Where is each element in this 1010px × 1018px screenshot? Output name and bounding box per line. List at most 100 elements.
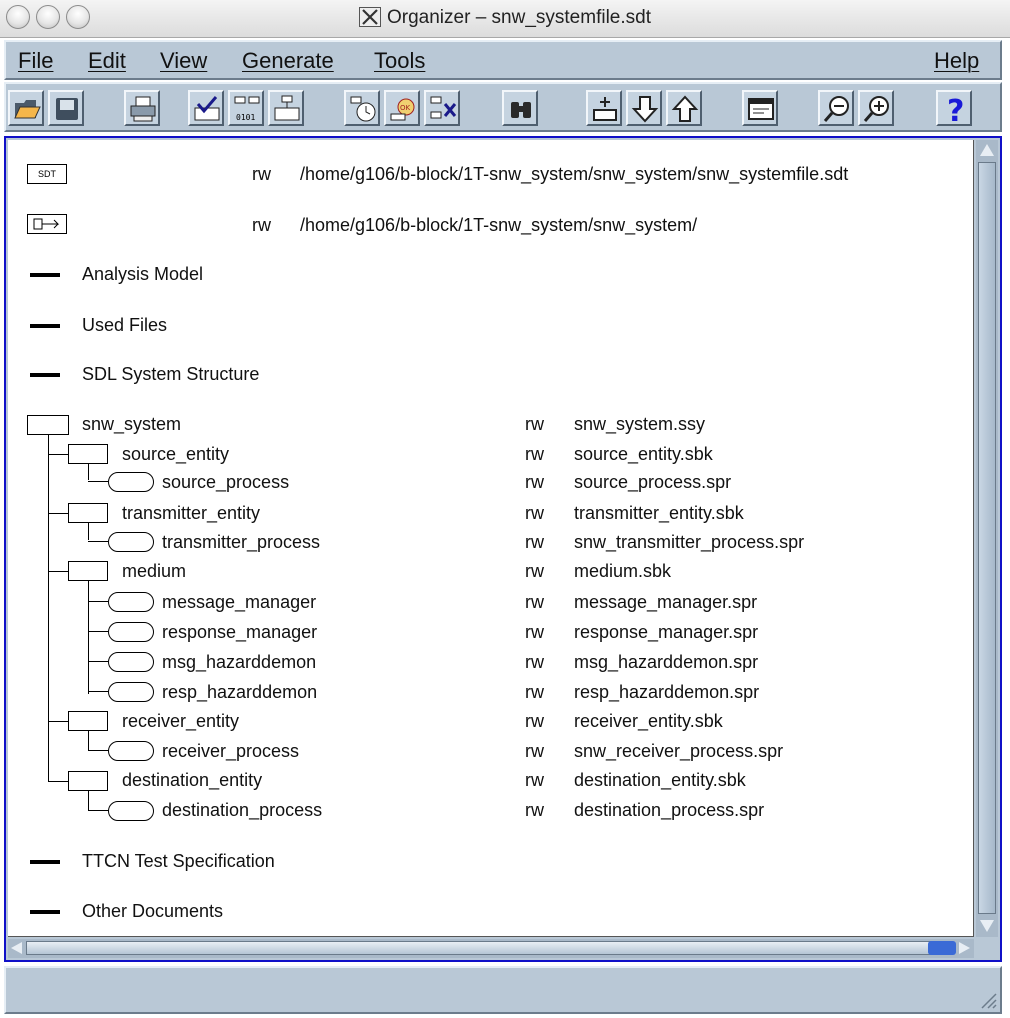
- menu-help[interactable]: Help: [934, 48, 979, 74]
- tree-item-file[interactable]: source_entity.sbk: [574, 444, 713, 465]
- tree-item-perm: rw: [525, 800, 544, 820]
- tree-item-name[interactable]: source_entity: [122, 444, 229, 465]
- menu-tools[interactable]: Tools: [374, 48, 425, 74]
- tree-item-file[interactable]: snw_receiver_process.spr: [574, 741, 783, 762]
- status-bar: [4, 966, 1002, 1014]
- menu-edit[interactable]: Edit: [88, 48, 126, 74]
- svg-text:?: ?: [947, 94, 964, 124]
- zoom-in-button[interactable]: [858, 90, 894, 126]
- binoculars-icon: [511, 102, 531, 118]
- arrow-down-icon: [631, 96, 659, 123]
- tree-item-perm: rw: [525, 711, 544, 731]
- tree-item-perm: rw: [525, 414, 544, 434]
- tree-item-name[interactable]: message_manager: [162, 592, 316, 613]
- tree-item-perm: rw: [525, 652, 544, 672]
- print-button[interactable]: [124, 90, 160, 126]
- menu-file[interactable]: File: [18, 48, 53, 74]
- vertical-scrollbar[interactable]: [976, 140, 998, 937]
- process-icon: [108, 622, 154, 642]
- menu-generate[interactable]: Generate: [242, 48, 334, 74]
- tree-item-file[interactable]: transmitter_entity.sbk: [574, 503, 744, 524]
- window-icon: [748, 98, 774, 120]
- sdt-file-path[interactable]: /home/g106/b-block/1T-snw_system/snw_sys…: [300, 164, 848, 185]
- process-icon: [108, 801, 154, 821]
- x11-icon: [359, 7, 381, 27]
- check-button[interactable]: [188, 90, 224, 126]
- move-down-button[interactable]: [626, 90, 662, 126]
- edit-diagram-button[interactable]: [268, 90, 304, 126]
- tree-item-file[interactable]: destination_process.spr: [574, 800, 764, 821]
- help-button[interactable]: ?: [936, 90, 972, 126]
- tree-item-file[interactable]: snw_system.ssy: [574, 414, 705, 435]
- tree-item-file[interactable]: snw_transmitter_process.spr: [574, 532, 804, 553]
- zoom-out-button[interactable]: [818, 90, 854, 126]
- svg-text:0101: 0101: [236, 113, 255, 122]
- tree-item-perm: rw: [525, 741, 544, 761]
- tree-item-name[interactable]: transmitter_process: [162, 532, 320, 553]
- horizontal-scrollbar[interactable]: [8, 939, 974, 958]
- vertical-scroll-thumb[interactable]: [978, 162, 996, 914]
- open-button[interactable]: [8, 90, 44, 126]
- remove-icon: [430, 96, 457, 119]
- scroll-left-arrow-icon[interactable]: [11, 942, 22, 954]
- tree-item-perm: rw: [525, 592, 544, 612]
- tree-item-name[interactable]: receiver_entity: [122, 711, 239, 732]
- tree-item-file[interactable]: receiver_entity.sbk: [574, 711, 723, 732]
- validate-button[interactable]: OK: [384, 90, 420, 126]
- tree-item-name[interactable]: destination_entity: [122, 770, 262, 791]
- organizer-content[interactable]: SDT rw /home/g106/b-block/1T-snw_system/…: [8, 140, 974, 937]
- tree-item-name[interactable]: response_manager: [162, 622, 317, 643]
- process-icon: [108, 652, 154, 672]
- tree-item-perm: rw: [525, 622, 544, 642]
- tree-item-file[interactable]: medium.sbk: [574, 561, 671, 582]
- toolbar: 0101 OK ?: [4, 82, 1002, 132]
- simulate-button[interactable]: [344, 90, 380, 126]
- scroll-right-arrow-icon[interactable]: [959, 942, 970, 954]
- tree-connector: [48, 781, 68, 782]
- save-button[interactable]: [48, 90, 84, 126]
- tree-item-file[interactable]: destination_entity.sbk: [574, 770, 746, 791]
- remove-button[interactable]: [424, 90, 460, 126]
- horizontal-scroll-thumb[interactable]: [26, 941, 934, 955]
- tree-item-name[interactable]: receiver_process: [162, 741, 299, 762]
- horizontal-scroll-knob[interactable]: [928, 941, 956, 955]
- add-item-button[interactable]: [586, 90, 622, 126]
- tree-item-perm: rw: [525, 472, 544, 492]
- tree-item-name[interactable]: destination_process: [162, 800, 322, 821]
- menu-view[interactable]: View: [160, 48, 207, 74]
- window-button[interactable]: [742, 90, 778, 126]
- tree-item-name[interactable]: msg_hazarddemon: [162, 652, 316, 673]
- tree-item-file[interactable]: response_manager.spr: [574, 622, 758, 643]
- scroll-down-arrow-icon[interactable]: [980, 920, 994, 932]
- chapter-used-files[interactable]: Used Files: [82, 315, 167, 336]
- chapter-ttcn-test-specification[interactable]: TTCN Test Specification: [82, 851, 275, 872]
- edit-diagram-icon: [274, 95, 300, 121]
- scroll-up-arrow-icon[interactable]: [980, 144, 994, 156]
- tree-item-perm: rw: [525, 770, 544, 790]
- block-icon: [68, 561, 108, 581]
- source-directory-perm: rw: [252, 215, 271, 235]
- chapter-dash-icon: [30, 273, 60, 277]
- tree-item-file[interactable]: resp_hazarddemon.spr: [574, 682, 759, 703]
- generate-button[interactable]: 0101: [228, 90, 264, 126]
- save-icon: [56, 98, 78, 120]
- chapter-analysis-model[interactable]: Analysis Model: [82, 264, 203, 285]
- tree-item-name[interactable]: medium: [122, 561, 186, 582]
- tree-item-name[interactable]: transmitter_entity: [122, 503, 260, 524]
- chapter-sdl-system-structure[interactable]: SDL System Structure: [82, 364, 259, 385]
- tree-connector: [48, 434, 49, 782]
- tree-connector: [88, 580, 89, 694]
- find-button[interactable]: [502, 90, 538, 126]
- tree-item-name[interactable]: snw_system: [82, 414, 181, 435]
- tree-item-file[interactable]: source_process.spr: [574, 472, 731, 493]
- move-up-button[interactable]: [666, 90, 702, 126]
- tree-item-name[interactable]: resp_hazarddemon: [162, 682, 317, 703]
- title-bar: Organizer – snw_systemfile.sdt: [0, 0, 1010, 38]
- resize-grip-icon[interactable]: [976, 988, 998, 1010]
- tree-item-file[interactable]: msg_hazarddemon.spr: [574, 652, 758, 673]
- process-icon: [108, 532, 154, 552]
- source-directory-path[interactable]: /home/g106/b-block/1T-snw_system/snw_sys…: [300, 215, 697, 236]
- chapter-other-documents[interactable]: Other Documents: [82, 901, 223, 922]
- tree-item-file[interactable]: message_manager.spr: [574, 592, 757, 613]
- tree-item-name[interactable]: source_process: [162, 472, 289, 493]
